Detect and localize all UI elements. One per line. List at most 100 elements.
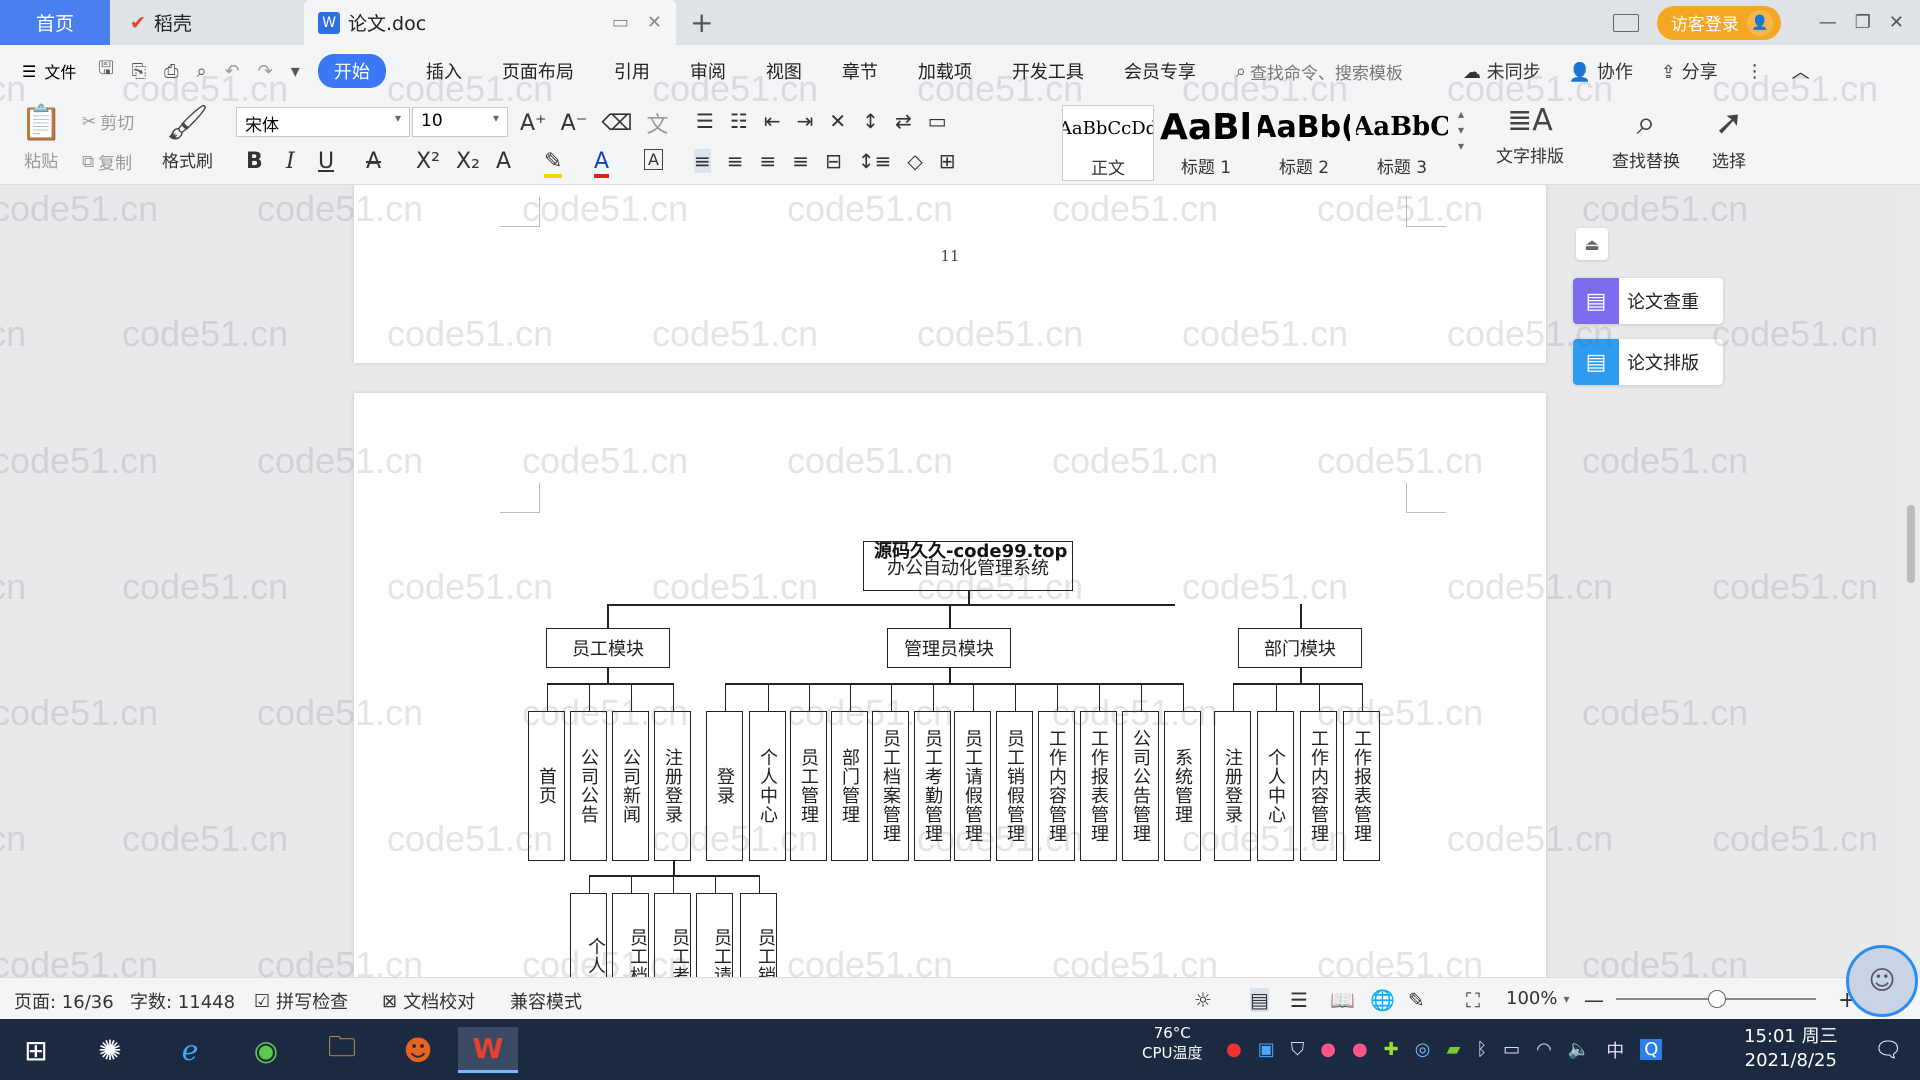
font-name-select[interactable]: 宋体 ▾ — [236, 107, 410, 137]
distributed-icon[interactable]: ⊟ — [825, 149, 842, 173]
ie-browser-icon[interactable]: ℯ — [160, 1027, 220, 1073]
style-heading-1[interactable]: AaBl 标题 1 — [1160, 105, 1252, 181]
tray-app-icon[interactable]: ✚ — [1384, 1039, 1399, 1060]
quick-access-dropdown-icon[interactable]: ▾ — [291, 61, 300, 82]
page-view-icon[interactable]: ▤ — [1250, 988, 1269, 1012]
volume-icon[interactable]: 🔈 — [1568, 1039, 1590, 1060]
paste-button[interactable]: 📋 粘贴 — [20, 103, 62, 172]
share-button[interactable]: ⇪ 分享 — [1661, 58, 1718, 84]
font-color-icon[interactable]: A — [594, 149, 610, 178]
paper-format-button[interactable]: ▤ 论文排版 — [1573, 339, 1723, 385]
export-icon[interactable]: ⎘ — [132, 61, 146, 82]
style-heading-3[interactable]: AaBbC 标题 3 — [1356, 105, 1448, 181]
clear-format-icon[interactable]: ⌫ — [601, 111, 632, 136]
vertical-scrollbar[interactable] — [1902, 185, 1920, 977]
menu-view[interactable]: 视图 — [766, 58, 802, 84]
style-normal[interactable]: AaBbCcDd 正文 — [1062, 105, 1154, 181]
zoom-slider-handle[interactable] — [1708, 990, 1726, 1008]
align-center-icon[interactable]: ≡ — [727, 149, 744, 173]
bold-icon[interactable]: B — [246, 149, 263, 174]
style-scroll[interactable]: ▴ ▾ ▾ — [1458, 107, 1464, 153]
assistant-robot-icon[interactable]: ☺ — [1846, 945, 1918, 1017]
show-marks-icon[interactable]: ⇄ — [895, 109, 912, 133]
tray-app-icon[interactable]: ● — [1226, 1039, 1242, 1060]
page-indicator[interactable]: 页面: 16/36 — [14, 988, 114, 1014]
chinese-layout-icon[interactable]: ✕ — [829, 109, 846, 133]
print-icon[interactable]: ⎙ — [164, 61, 178, 82]
menu-reference[interactable]: 引用 — [614, 58, 650, 84]
numbered-list-icon[interactable]: ☷ — [730, 109, 748, 133]
line-spacing-icon[interactable]: ↕≡ — [858, 149, 892, 173]
ime-indicator[interactable]: 中 — [1606, 1037, 1624, 1063]
grow-font-icon[interactable]: A⁺ — [520, 111, 547, 136]
text-effect-icon[interactable]: A — [496, 149, 511, 174]
text-layout-button[interactable]: ≣A 文字排版 — [1496, 103, 1564, 167]
tray-app-icon[interactable]: ▣ — [1258, 1039, 1275, 1060]
window-mode-icon[interactable]: ▭ — [612, 12, 629, 33]
menu-page-layout[interactable]: 页面布局 — [502, 58, 574, 84]
system-clock[interactable]: 15:01 周三 2021/8/25 — [1744, 1025, 1838, 1073]
underline-icon[interactable]: U — [318, 149, 334, 174]
bluetooth-icon[interactable]: ᛒ — [1476, 1039, 1487, 1060]
find-replace-button[interactable]: ⌕ 查找替换 — [1612, 103, 1680, 172]
windows-start-icon[interactable]: ⊞ — [6, 1027, 66, 1073]
print-preview-icon[interactable]: ⌕ — [197, 61, 207, 82]
paper-check-button[interactable]: ▤ 论文查重 — [1573, 278, 1723, 324]
italic-icon[interactable]: I — [286, 149, 295, 174]
wps-taskbar-icon[interactable]: W — [458, 1027, 518, 1073]
game-app-icon[interactable]: ☻ — [388, 1027, 448, 1073]
format-painter-button[interactable]: 🖌 格式刷 — [162, 103, 213, 172]
collab-button[interactable]: 👤 协作 — [1569, 58, 1633, 84]
justify-icon[interactable]: ≡ — [792, 149, 809, 173]
borders-icon[interactable]: ⊞ — [939, 149, 956, 173]
zoom-level[interactable]: 100% ▾ — [1506, 988, 1570, 1009]
notification-icon[interactable]: 🗨 — [1858, 1027, 1918, 1073]
cpu-temperature[interactable]: 76°C CPU温度 — [1142, 1023, 1203, 1063]
fit-page-icon[interactable]: ⛶ — [1466, 988, 1480, 1012]
guest-login-button[interactable]: 访客登录 👤 — [1656, 5, 1781, 40]
sync-button[interactable]: ☁ 未同步 — [1463, 58, 1541, 84]
menu-addons[interactable]: 加载项 — [918, 58, 972, 84]
tray-app-icon[interactable]: ◎ — [1415, 1039, 1431, 1060]
zoom-out-icon[interactable]: — — [1584, 988, 1604, 1012]
copy-button[interactable]: ⧉ 复制 — [82, 149, 132, 175]
spell-check-button[interactable]: ☑ 拼写检查 — [254, 988, 348, 1014]
word-count[interactable]: 字数: 11448 — [130, 988, 235, 1014]
restore-icon[interactable]: ❐ — [1855, 12, 1871, 33]
menu-start[interactable]: 开始 — [317, 54, 386, 88]
select-button[interactable]: ➚ 选择 — [1712, 103, 1746, 172]
tray-app-icon[interactable]: ● — [1320, 1039, 1336, 1060]
subscript-icon[interactable]: X₂ — [456, 149, 480, 174]
layout-icon[interactable] — [1612, 13, 1639, 32]
superscript-icon[interactable]: X² — [416, 149, 440, 174]
nvidia-icon[interactable]: ▰ — [1446, 1039, 1460, 1060]
cut-button[interactable]: ✂ 剪切 — [82, 109, 134, 135]
font-size-select[interactable]: 10 ▾ — [412, 107, 508, 137]
file-explorer-icon[interactable]: 🗀 — [312, 1027, 372, 1073]
eye-protection-icon[interactable]: ☼ — [1194, 988, 1212, 1012]
outline-view-icon[interactable]: ☰ — [1290, 988, 1308, 1012]
menu-vip[interactable]: 会员专享 — [1124, 58, 1196, 84]
shield-icon[interactable]: ⛉ — [1291, 1039, 1305, 1060]
more-icon[interactable]: ⋮ — [1746, 61, 1764, 82]
tab-document[interactable]: W 论文.doc ▭ ✕ — [304, 0, 676, 45]
command-search-input[interactable]: 查找命令、搜索模板 — [1250, 59, 1403, 84]
menu-devtools[interactable]: 开发工具 — [1012, 58, 1084, 84]
wifi-icon[interactable]: ◠ — [1536, 1039, 1552, 1060]
ruler-icon[interactable]: ▭ — [928, 109, 947, 133]
undo-icon[interactable]: ↶ — [225, 61, 240, 82]
strikethrough-icon[interactable]: A — [366, 149, 381, 174]
qq-icon[interactable]: ● — [1352, 1039, 1368, 1060]
collapse-panel-button[interactable]: ⏏ — [1576, 228, 1608, 260]
proofread-button[interactable]: ⊠ 文档校对 — [382, 988, 475, 1014]
menu-file[interactable]: ☰ 文件 — [22, 59, 76, 83]
menu-review[interactable]: 审阅 — [690, 58, 726, 84]
increase-indent-icon[interactable]: ⇥ — [797, 109, 814, 133]
web-view-icon[interactable]: 🌐 — [1370, 988, 1395, 1012]
close-tab-icon[interactable]: ✕ — [647, 12, 662, 33]
close-window-icon[interactable]: ✕ — [1889, 12, 1904, 33]
reading-view-icon[interactable]: 📖 — [1330, 988, 1355, 1012]
char-border-icon[interactable]: A — [644, 149, 663, 170]
menu-chapter[interactable]: 章节 — [842, 58, 878, 84]
tab-home[interactable]: 首页 — [0, 0, 110, 45]
